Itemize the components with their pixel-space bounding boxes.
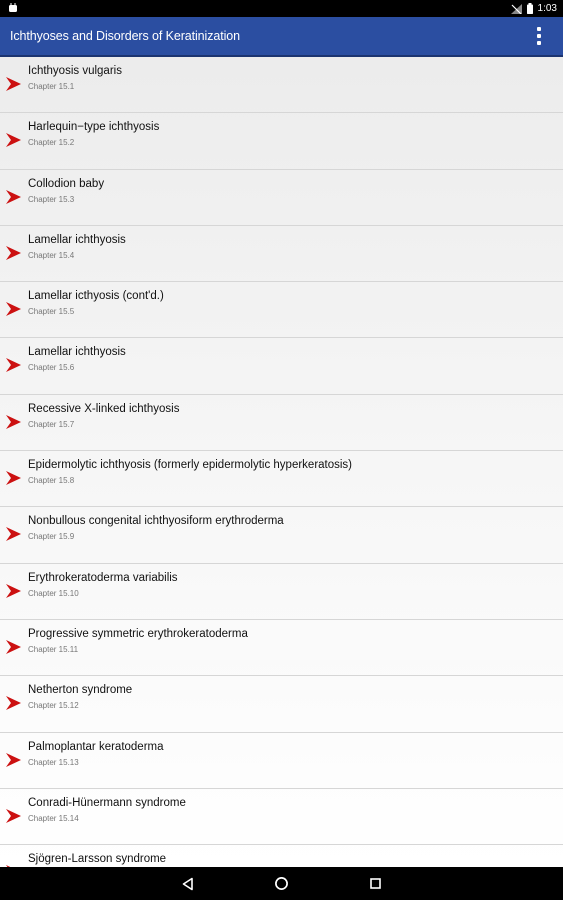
chapter-number: Chapter 15.12	[28, 701, 79, 711]
chapter-title: Conradi-Hünermann syndrome	[28, 796, 186, 809]
chapter-number: Chapter 15.7	[28, 419, 75, 429]
chevron-right-icon	[6, 471, 21, 486]
status-time: 1:03	[537, 3, 557, 14]
chapter-number: Chapter 15.9	[28, 532, 75, 542]
chapter-title: Palmoplantar keratoderma	[28, 740, 164, 753]
home-icon[interactable]	[270, 872, 294, 896]
chevron-right-icon	[6, 414, 21, 429]
chevron-right-icon	[6, 358, 21, 373]
chevron-right-icon	[6, 245, 21, 260]
list-item[interactable]: Erythrokeratoderma variabilis Chapter 15.…	[0, 564, 563, 620]
no-signal-icon	[510, 3, 522, 14]
list-item[interactable]: Ichthyosis vulgaris Chapter 15.1	[0, 57, 563, 114]
app-title: Ichthyoses and Disorders of Keratinizati…	[10, 29, 240, 43]
chapter-number: Chapter 15.2	[28, 138, 75, 148]
chapter-number: Chapter 15.8	[28, 476, 75, 486]
chapter-number: Chapter 15.5	[28, 307, 75, 317]
chapter-number: Chapter 15.3	[28, 194, 75, 204]
android-debug-icon	[8, 2, 18, 15]
list-item[interactable]: Collodion baby Chapter 15.3	[0, 170, 563, 226]
list-item[interactable]: Lamellar ichthyosis Chapter 15.6	[0, 338, 563, 395]
chapter-title: Nonbullous congenital ichthyosiform eryt…	[28, 515, 284, 528]
chapter-number: Chapter 15.10	[28, 588, 79, 598]
chapter-title: Ichthyosis vulgaris	[28, 65, 122, 77]
chevron-right-icon	[6, 527, 21, 542]
chevron-right-icon	[6, 302, 21, 317]
chapter-title: Lamellar icthyosis (cont'd.)	[28, 290, 164, 303]
chevron-right-icon	[6, 583, 21, 598]
chapter-number: Chapter 15.14	[28, 813, 79, 823]
chapter-number: Chapter 15.11	[28, 644, 79, 654]
chapter-title: Epidermolytic ichthyosis (formerly epide…	[28, 459, 353, 472]
chapter-number: Chapter 15.6	[28, 363, 75, 373]
status-bar: 1:03	[0, 0, 563, 17]
chapter-title: Collodion baby	[28, 177, 105, 190]
chapter-title: Recessive X-linked ichthyosis	[28, 402, 180, 415]
list-item[interactable]: Lamellar icthyosis (cont'd.) Chapter 15.5	[0, 282, 563, 339]
chapter-number: Chapter 15.13	[28, 757, 79, 767]
chapter-title: Netherton syndrome	[28, 684, 133, 697]
list-item[interactable]: Nonbullous congenital ichthyosiform eryt…	[0, 507, 563, 564]
chapter-title: Progressive symmetric erythrokeratoderma	[28, 627, 248, 640]
chapter-title: Sjögren-Larsson syndrome	[28, 853, 167, 866]
chapter-title: Lamellar ichthyosis	[28, 233, 126, 246]
list-item[interactable]: Sjögren-Larsson syndrome	[0, 845, 563, 867]
recents-icon[interactable]	[364, 872, 388, 896]
chevron-right-icon	[6, 133, 21, 148]
chevron-right-icon	[6, 189, 21, 204]
chevron-right-icon	[6, 808, 21, 823]
back-icon[interactable]	[176, 872, 200, 896]
chapter-title: Lamellar ichthyosis	[28, 346, 126, 359]
chapter-list[interactable]: Ichthyosis vulgaris Chapter 15.1 Harlequin…	[0, 57, 563, 867]
list-item[interactable]: Conradi-Hünermann syndrome Chapter 15.14	[0, 789, 563, 846]
list-item[interactable]: Recessive X-linked ichthyosis Chapter 15.…	[0, 395, 563, 452]
list-item[interactable]: Epidermolytic ichthyosis (formerly epide…	[0, 451, 563, 508]
list-item[interactable]: Harlequin−type ichthyosis Chapter 15.2	[0, 113, 563, 170]
list-item[interactable]: Netherton syndrome Chapter 15.12	[0, 676, 563, 733]
list-item[interactable]: Lamellar ichthyosis Chapter 15.4	[0, 226, 563, 283]
chevron-right-icon	[6, 639, 21, 654]
chevron-right-icon	[6, 77, 21, 91]
chapter-number: Chapter 15.1	[28, 82, 75, 91]
chevron-right-icon	[6, 696, 21, 711]
battery-icon	[526, 3, 533, 14]
chevron-right-icon	[6, 752, 21, 767]
navigation-bar	[0, 867, 563, 900]
list-item[interactable]: Progressive symmetric erythrokeratoderma…	[0, 620, 563, 677]
list-item[interactable]: Palmoplantar keratoderma Chapter 15.13	[0, 733, 563, 789]
overflow-menu-icon[interactable]	[529, 22, 549, 50]
chapter-title: Harlequin−type ichthyosis	[28, 121, 160, 134]
chapter-number: Chapter 15.4	[28, 250, 75, 260]
app-bar: Ichthyoses and Disorders of Keratinizati…	[0, 17, 563, 57]
chapter-title: Erythrokeratoderma variabilis	[28, 571, 178, 584]
